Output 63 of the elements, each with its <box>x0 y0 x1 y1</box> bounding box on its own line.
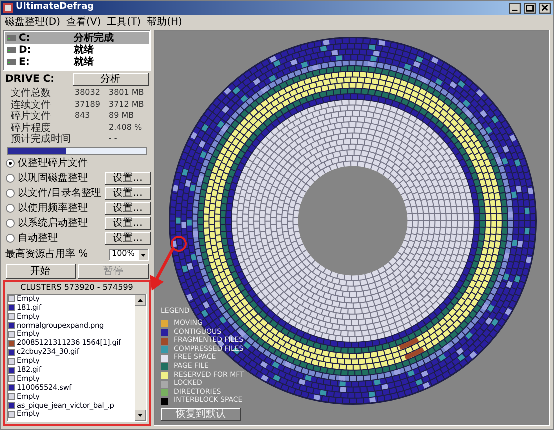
menu-item[interactable]: 磁盘整理(D) <box>5 16 61 28</box>
settings-button[interactable]: 设置... <box>105 172 151 185</box>
drive-status: 分析完成 <box>74 32 114 44</box>
drive-row[interactable]: D: 就绪 <box>5 44 149 56</box>
caret-icon <box>138 250 148 260</box>
clusters-title: CLUSTERS 573920 - 574599 <box>20 284 134 294</box>
menu-item[interactable]: 工具(T) <box>107 16 142 28</box>
drive-letter: E: <box>19 56 31 68</box>
settings-button[interactable]: 设置... <box>105 232 151 245</box>
drive-icon <box>7 59 16 65</box>
drive-label: DRIVE C: <box>6 74 55 85</box>
stat-count: 38032 <box>75 89 102 98</box>
drive-letter: D: <box>19 44 32 56</box>
app-icon <box>3 3 13 13</box>
radio-label[interactable]: 以使用频率整理 <box>18 203 102 214</box>
stat-size: 2.408 % <box>109 124 144 132</box>
window-title: UltimateDefrag <box>16 3 94 13</box>
drive-row[interactable]: C: 分析完成 <box>5 32 149 44</box>
stat-size: 89 MB <box>109 112 136 121</box>
annotation-arrow <box>150 248 174 291</box>
scrollbar[interactable] <box>135 294 146 421</box>
menu-item[interactable]: 查看(V) <box>66 16 102 28</box>
radio-label[interactable]: 以巩固磁盘整理 <box>18 173 102 184</box>
radio-button[interactable] <box>6 159 15 168</box>
radio-button[interactable] <box>6 204 15 213</box>
highlight-circle <box>171 236 187 252</box>
menu-item[interactable]: 帮助(H) <box>147 16 182 28</box>
drive-status: 就绪 <box>74 56 94 68</box>
minimize-button[interactable] <box>509 2 521 14</box>
drive-icon <box>7 47 16 53</box>
settings-button[interactable]: 设置... <box>105 202 151 215</box>
drive-row[interactable]: E: 就绪 <box>5 56 149 68</box>
close-button[interactable] <box>539 2 551 14</box>
radio-button[interactable] <box>6 174 15 183</box>
radio-button[interactable] <box>6 219 15 228</box>
stat-label: 连续文件 <box>11 100 52 110</box>
stat-label: 文件总数 <box>11 88 52 99</box>
max-usage-label: 最高资源占用率 % <box>6 249 88 260</box>
drive-letter: C: <box>19 32 32 44</box>
stat-label: 预计完成时间 <box>11 134 72 145</box>
stat-count: 37189 <box>75 100 102 110</box>
drive-icon <box>7 35 16 41</box>
analyze-button[interactable]: 分析 <box>72 73 148 86</box>
radio-label[interactable]: 仅整理碎片文件 <box>18 158 151 169</box>
radio-label[interactable]: 自动整理 <box>18 233 102 244</box>
scroll-down-icon[interactable] <box>135 410 146 421</box>
stat-label: 碎片程度 <box>11 122 52 134</box>
maximize-button[interactable] <box>524 2 536 14</box>
radio-label[interactable]: 以文件/目录名整理 <box>18 188 102 199</box>
settings-button[interactable]: 设置... <box>105 217 151 230</box>
stat-size: 3712 MB <box>109 100 146 110</box>
stat-count: 843 <box>75 112 92 121</box>
drive-status: 就绪 <box>74 44 94 56</box>
scroll-up-icon[interactable] <box>135 294 146 306</box>
radio-button[interactable] <box>6 189 15 198</box>
usage-dropdown[interactable]: 100% <box>108 248 148 260</box>
radio-button[interactable] <box>6 234 15 243</box>
stat-size: 3801 MB <box>109 89 146 98</box>
radio-label[interactable]: 以系统启动整理 <box>18 218 102 229</box>
start-button[interactable]: 开始 <box>6 264 76 278</box>
stat-label: 碎片文件 <box>11 111 52 122</box>
settings-button[interactable]: 设置... <box>105 187 151 200</box>
stat-size: - - <box>109 135 118 144</box>
